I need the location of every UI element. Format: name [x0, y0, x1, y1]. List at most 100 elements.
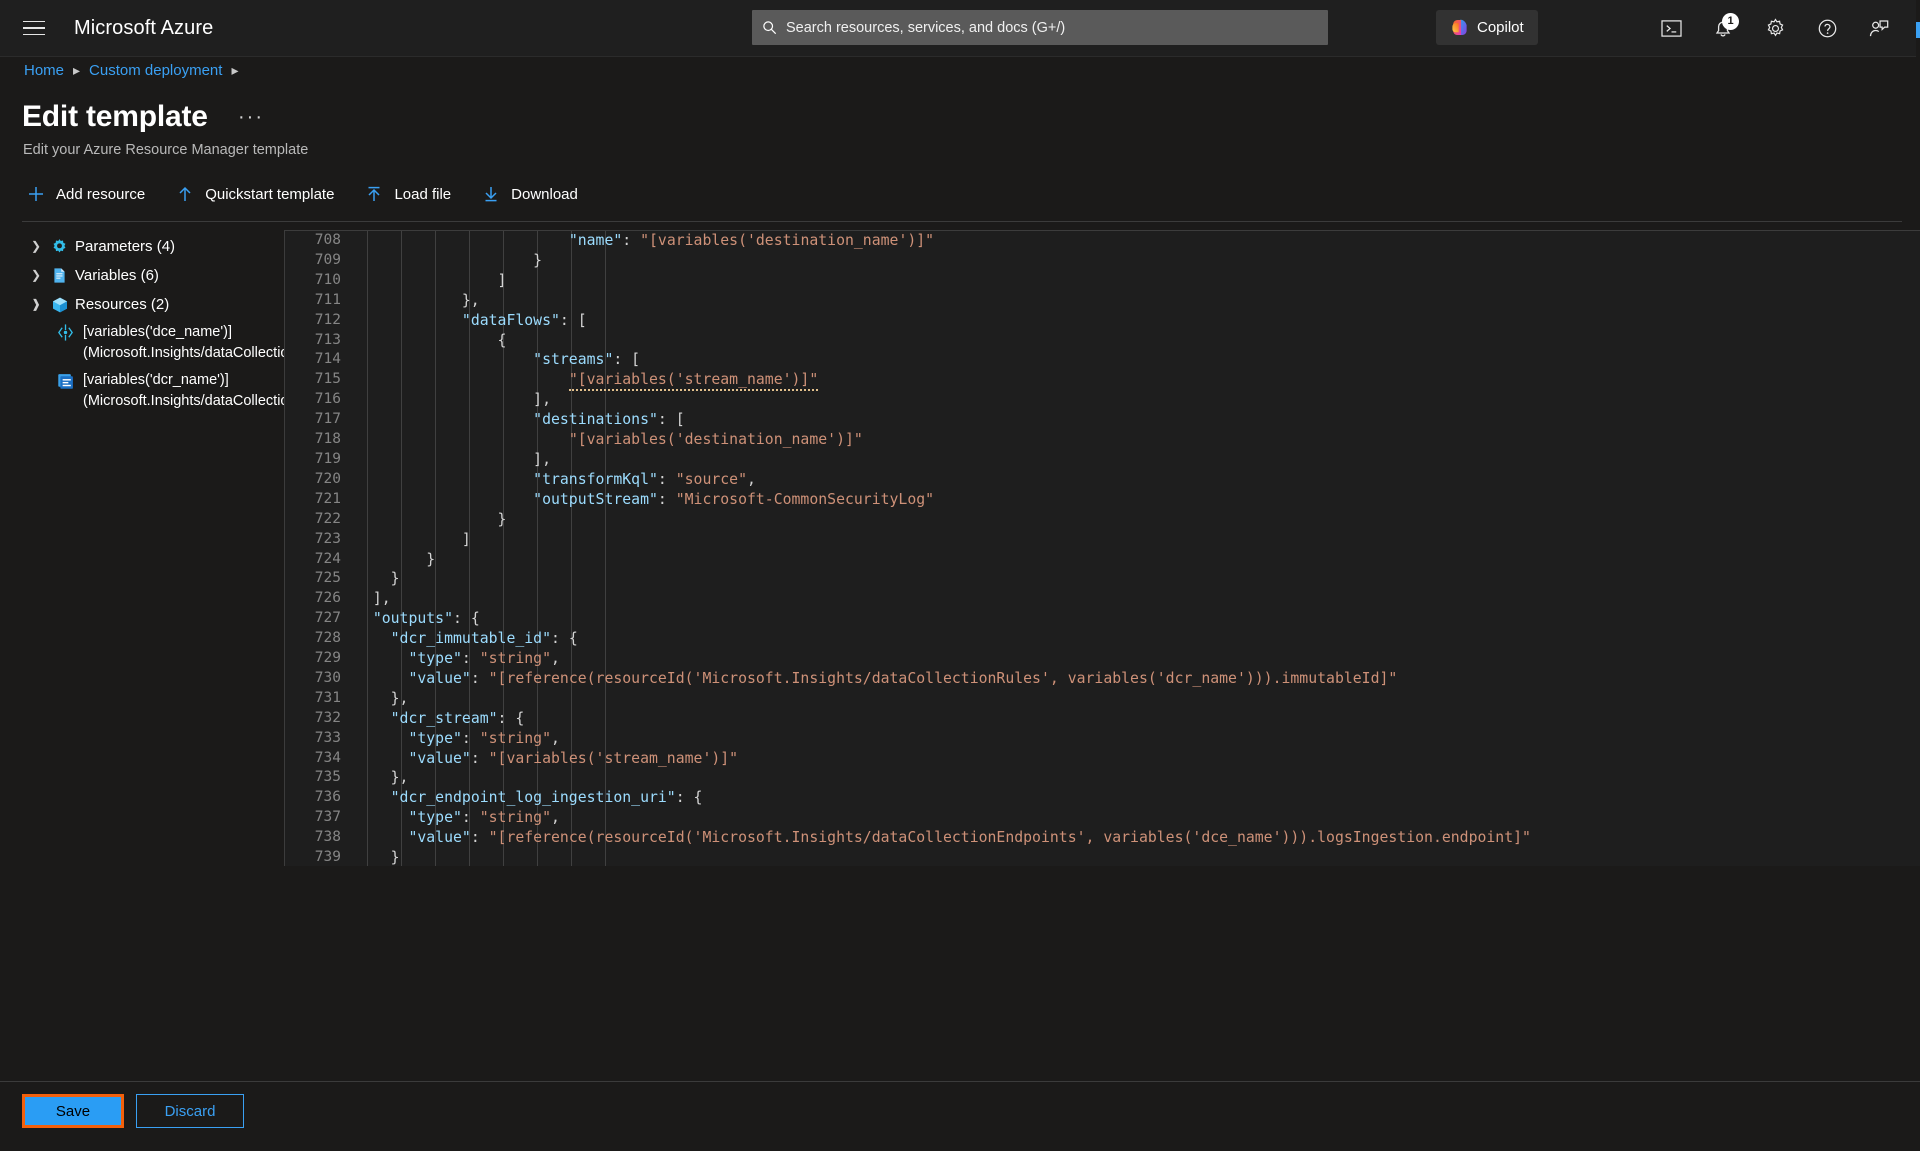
breadcrumb-item-custom-deployment[interactable]: Custom deployment — [89, 62, 222, 79]
tree-child-dcr-line2: (Microsoft.Insights/dataCollectionI — [83, 393, 301, 409]
code-token: : — [470, 669, 489, 687]
line-number: 716 — [314, 391, 341, 408]
line-number: 715 — [314, 371, 341, 388]
code-token: ], — [355, 450, 551, 468]
chevron-down-icon[interactable]: ❱ — [28, 294, 44, 315]
editor-code-area[interactable]: "name": "[variables('destination_name')]… — [355, 231, 1920, 866]
code-line[interactable]: "value": "[variables('stream_name')]" — [355, 749, 1920, 769]
code-token: "[variables('stream_name')]" — [568, 371, 819, 392]
code-line[interactable]: } — [355, 569, 1920, 589]
tree-child-dcr-text: [variables('dcr_name')] (Microsoft.Insig… — [83, 370, 313, 412]
settings-gear-icon[interactable] — [1752, 6, 1798, 52]
discard-button[interactable]: Discard — [136, 1094, 244, 1128]
code-line[interactable]: "destinations": [ — [355, 410, 1920, 430]
code-token: "type" — [408, 809, 462, 827]
breadcrumb-chevron-icon-2: ▸ — [231, 62, 239, 78]
code-line[interactable]: }, — [355, 689, 1920, 709]
code-line[interactable]: }, — [355, 768, 1920, 788]
code-line[interactable]: ] — [355, 271, 1920, 291]
code-line[interactable]: "name": "[variables('destination_name')]… — [355, 231, 1920, 251]
code-token: : { — [497, 709, 525, 727]
parameters-gear-icon — [50, 236, 69, 257]
code-line[interactable]: "dcr_stream": { — [355, 709, 1920, 729]
code-line[interactable]: "[variables('destination_name')]" — [355, 430, 1920, 450]
code-token: : — [657, 490, 676, 508]
code-line[interactable]: "outputStream": "Microsoft-CommonSecurit… — [355, 490, 1920, 510]
code-line[interactable]: "value": "[reference(resourceId('Microso… — [355, 828, 1920, 848]
global-search-box[interactable] — [752, 10, 1328, 45]
copilot-button[interactable]: Copilot — [1436, 10, 1538, 45]
code-line[interactable]: ], — [355, 390, 1920, 410]
quickstart-template-button[interactable]: Quickstart template — [171, 178, 348, 210]
code-line[interactable]: } — [355, 510, 1920, 530]
code-line[interactable]: "outputs": { — [355, 609, 1920, 629]
save-button[interactable]: Save — [22, 1094, 124, 1128]
help-icon[interactable] — [1804, 6, 1850, 52]
line-number: 736 — [314, 789, 341, 806]
code-token: ] — [355, 271, 507, 289]
code-line[interactable]: "dcr_endpoint_log_ingestion_uri": { — [355, 788, 1920, 808]
line-number: 729 — [314, 650, 341, 667]
code-token: "dcr_endpoint_log_ingestion_uri" — [390, 789, 676, 807]
load-file-button[interactable]: Load file — [360, 178, 465, 210]
page-more-actions-icon[interactable]: ··· — [238, 107, 264, 127]
code-line[interactable]: "type": "string", — [355, 729, 1920, 749]
code-line[interactable]: "type": "string", — [355, 808, 1920, 828]
search-input[interactable] — [786, 19, 1328, 36]
code-token: : [ — [559, 311, 587, 329]
add-resource-button[interactable]: Add resource — [22, 178, 159, 210]
code-line[interactable]: "transformKql": "source", — [355, 470, 1920, 490]
azure-brand-label[interactable]: Microsoft Azure — [74, 17, 213, 40]
resources-cube-icon — [50, 294, 69, 315]
cloud-shell-icon[interactable] — [1648, 6, 1694, 52]
breadcrumb-chevron-icon: ▸ — [73, 62, 81, 78]
code-line[interactable]: } — [355, 251, 1920, 271]
notifications-icon[interactable]: 1 — [1700, 6, 1746, 52]
code-line[interactable]: ], — [355, 450, 1920, 470]
code-token: "string" — [479, 809, 552, 827]
search-icon — [752, 20, 786, 35]
variables-document-icon — [50, 265, 69, 286]
hamburger-menu-icon[interactable] — [10, 6, 58, 50]
quickstart-template-label: Quickstart template — [205, 185, 335, 203]
arm-template-code-editor[interactable]: 708 709 710 711 712 713 714 715 716 717 718 719 720 7… — [284, 230, 1920, 866]
code-line[interactable]: ], — [355, 589, 1920, 609]
breadcrumb-item-home[interactable]: Home — [24, 62, 64, 79]
code-token: : — [461, 729, 480, 747]
line-number: 723 — [314, 530, 341, 547]
chevron-right-icon-2[interactable]: ❯ — [28, 265, 44, 286]
code-line[interactable]: "value": "[reference(resourceId('Microso… — [355, 669, 1920, 689]
code-line[interactable]: }, — [355, 291, 1920, 311]
code-line[interactable]: "dcr_immutable_id": { — [355, 629, 1920, 649]
code-line[interactable]: ] — [355, 530, 1920, 550]
code-line[interactable]: "type": "string", — [355, 649, 1920, 669]
code-line[interactable]: { — [355, 331, 1920, 351]
code-line[interactable]: } — [355, 848, 1920, 866]
line-number: 712 — [314, 311, 341, 328]
feedback-icon[interactable] — [1856, 6, 1902, 52]
code-token: "dcr_immutable_id" — [390, 630, 551, 648]
line-number: 738 — [314, 829, 341, 846]
line-number: 714 — [314, 351, 341, 368]
tree-child-dce-line2: (Microsoft.Insights/dataCollectionI — [83, 345, 301, 361]
code-token: : — [622, 232, 641, 249]
code-token: : — [470, 829, 489, 847]
code-line[interactable]: } — [355, 550, 1920, 570]
line-number: 732 — [314, 709, 341, 726]
code-token: "value" — [408, 749, 471, 767]
code-line[interactable]: "streams": [ — [355, 350, 1920, 370]
line-number: 719 — [314, 450, 341, 467]
top-bar-icon-group: 1 — [1648, 0, 1902, 57]
code-line[interactable]: "dataFlows": [ — [355, 311, 1920, 331]
download-button[interactable]: Download — [477, 178, 592, 210]
chevron-right-icon[interactable]: ❯ — [28, 236, 44, 257]
code-line[interactable]: "[variables('stream_name')]" — [355, 370, 1920, 392]
